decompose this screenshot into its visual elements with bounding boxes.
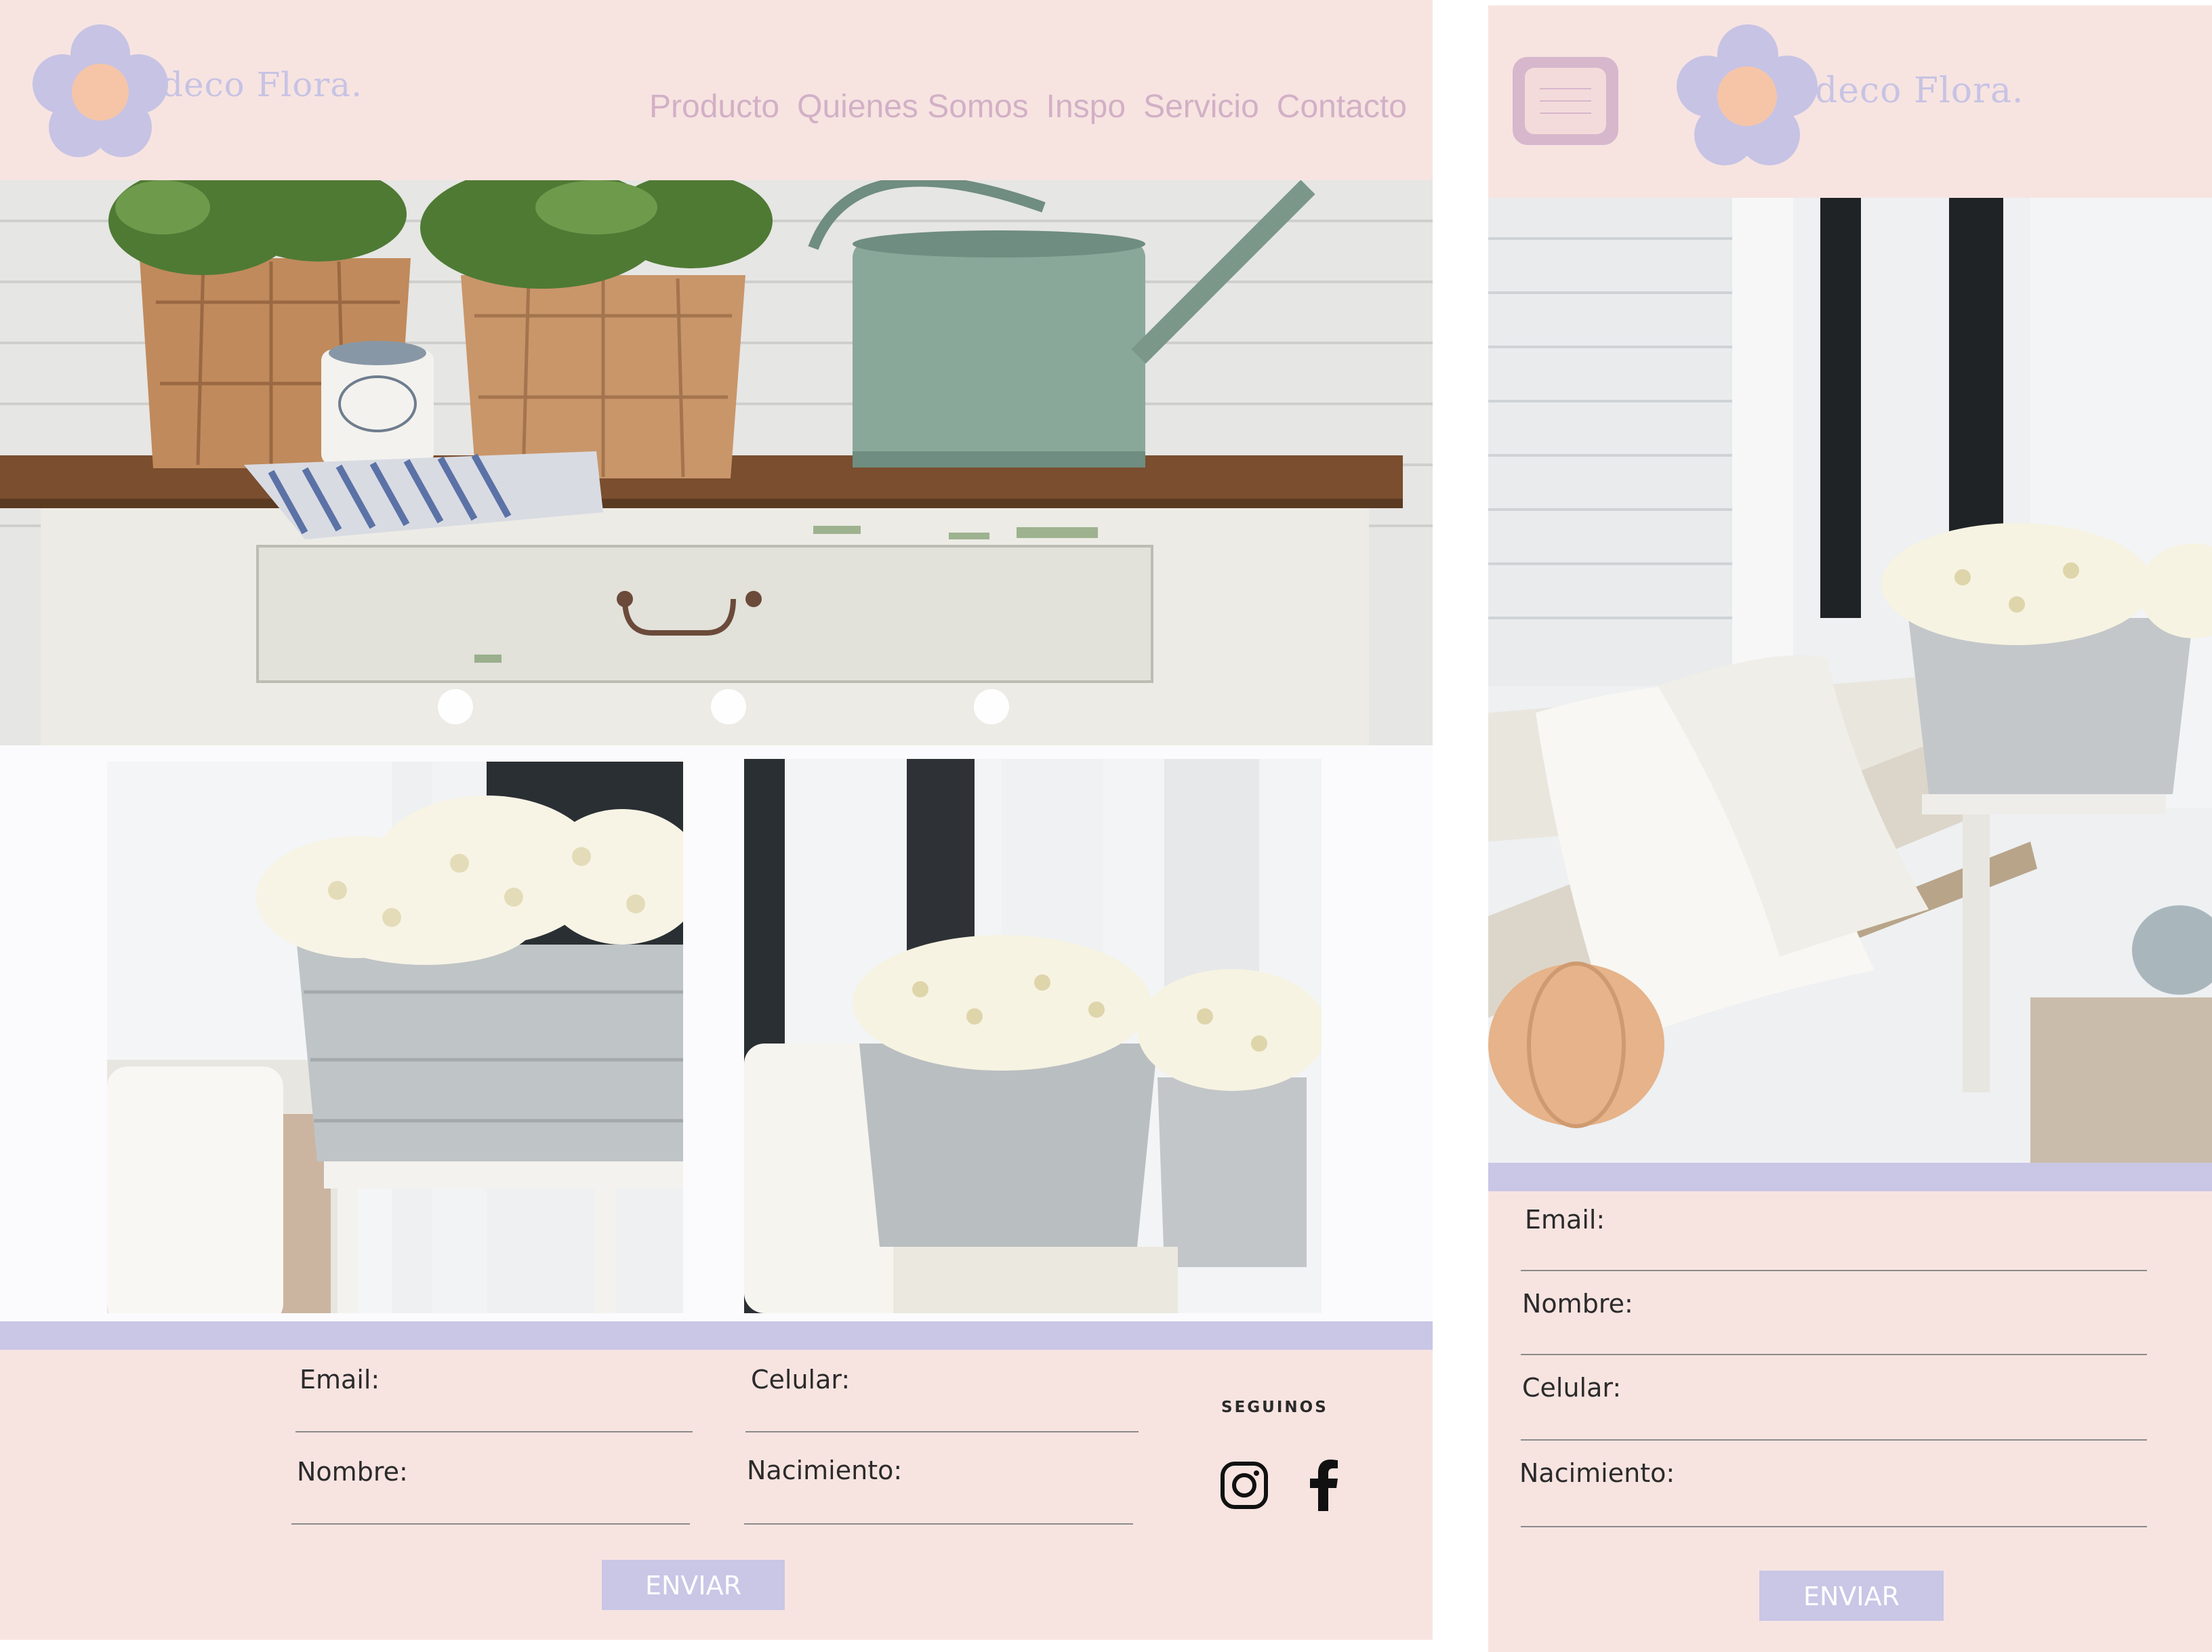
logo-wordmark[interactable]: deco Flora. [161,65,363,104]
nacimiento-field[interactable]: Nacimiento: [744,1455,1133,1525]
social-heading: SEGUINOS [1221,1399,1328,1416]
mobile-header: deco Flora. [1488,5,2212,198]
nav-item-quienes-somos[interactable]: Quienes Somos [797,88,1029,125]
mobile-hero-photo-bench [1488,198,2212,1163]
mobile-nombre-field[interactable]: Nombre: [1521,1289,2166,1357]
nav-item-inspo[interactable]: Inspo [1046,88,1126,125]
mobile-page: deco Flora. Email: Nombre: Celular: Naci… [1488,5,2212,1652]
mobile-logo-wordmark[interactable]: deco Flora. [1815,70,2024,111]
main-nav: Producto Quienes Somos Inspo Servicio Co… [649,88,1407,125]
signup-form: Email: Celular: Nombre: Nacimiento: ENVI… [0,1350,1433,1640]
nav-item-contacto[interactable]: Contacto [1277,88,1407,125]
gallery-photo-porch-flowers[interactable] [744,759,1322,1313]
mobile-email-field[interactable]: Email: [1521,1205,2169,1273]
instagram-icon[interactable] [1220,1461,1269,1510]
mobile-nacimiento-label: Nacimiento: [1519,1458,1675,1488]
mobile-nombre-label: Nombre: [1522,1289,1633,1319]
nombre-label: Nombre: [297,1457,408,1487]
desktop-page: deco Flora. Producto Quienes Somos Inspo… [0,0,1433,1640]
email-label: Email: [300,1365,380,1395]
mobile-nacimiento-field[interactable]: Nacimiento: [1519,1458,2163,1527]
celular-field[interactable]: Celular: [745,1365,1139,1432]
email-field[interactable]: Email: [295,1365,693,1432]
site-header: deco Flora. Producto Quienes Somos Inspo… [0,0,1433,180]
mobile-enviar-button[interactable]: ENVIAR [1759,1571,1944,1621]
mobile-logo-flower-icon[interactable] [1677,24,1818,169]
nombre-field[interactable]: Nombre: [291,1457,690,1525]
hamburger-menu-icon[interactable] [1513,57,1618,145]
mobile-celular-field[interactable]: Celular: [1521,1373,2166,1441]
mobile-email-label: Email: [1525,1205,1605,1235]
carousel-dot-2[interactable] [711,689,746,724]
carousel-dot-3[interactable] [974,689,1009,724]
enviar-button[interactable]: ENVIAR [602,1560,785,1610]
logo-flower-icon[interactable] [33,24,168,160]
nav-item-servicio[interactable]: Servicio [1143,88,1259,125]
facebook-icon[interactable] [1308,1460,1339,1511]
mobile-celular-label: Celular: [1522,1373,1622,1403]
nav-item-producto[interactable]: Producto [649,88,779,125]
celular-label: Celular: [751,1365,851,1395]
mobile-accent-strip [1488,1163,2212,1191]
nacimiento-label: Nacimiento: [747,1455,903,1485]
carousel-dot-1[interactable] [438,689,473,724]
accent-strip [0,1321,1433,1350]
gallery-photo-flowers-tub[interactable] [107,762,683,1313]
hero-carousel-image [0,180,1433,745]
